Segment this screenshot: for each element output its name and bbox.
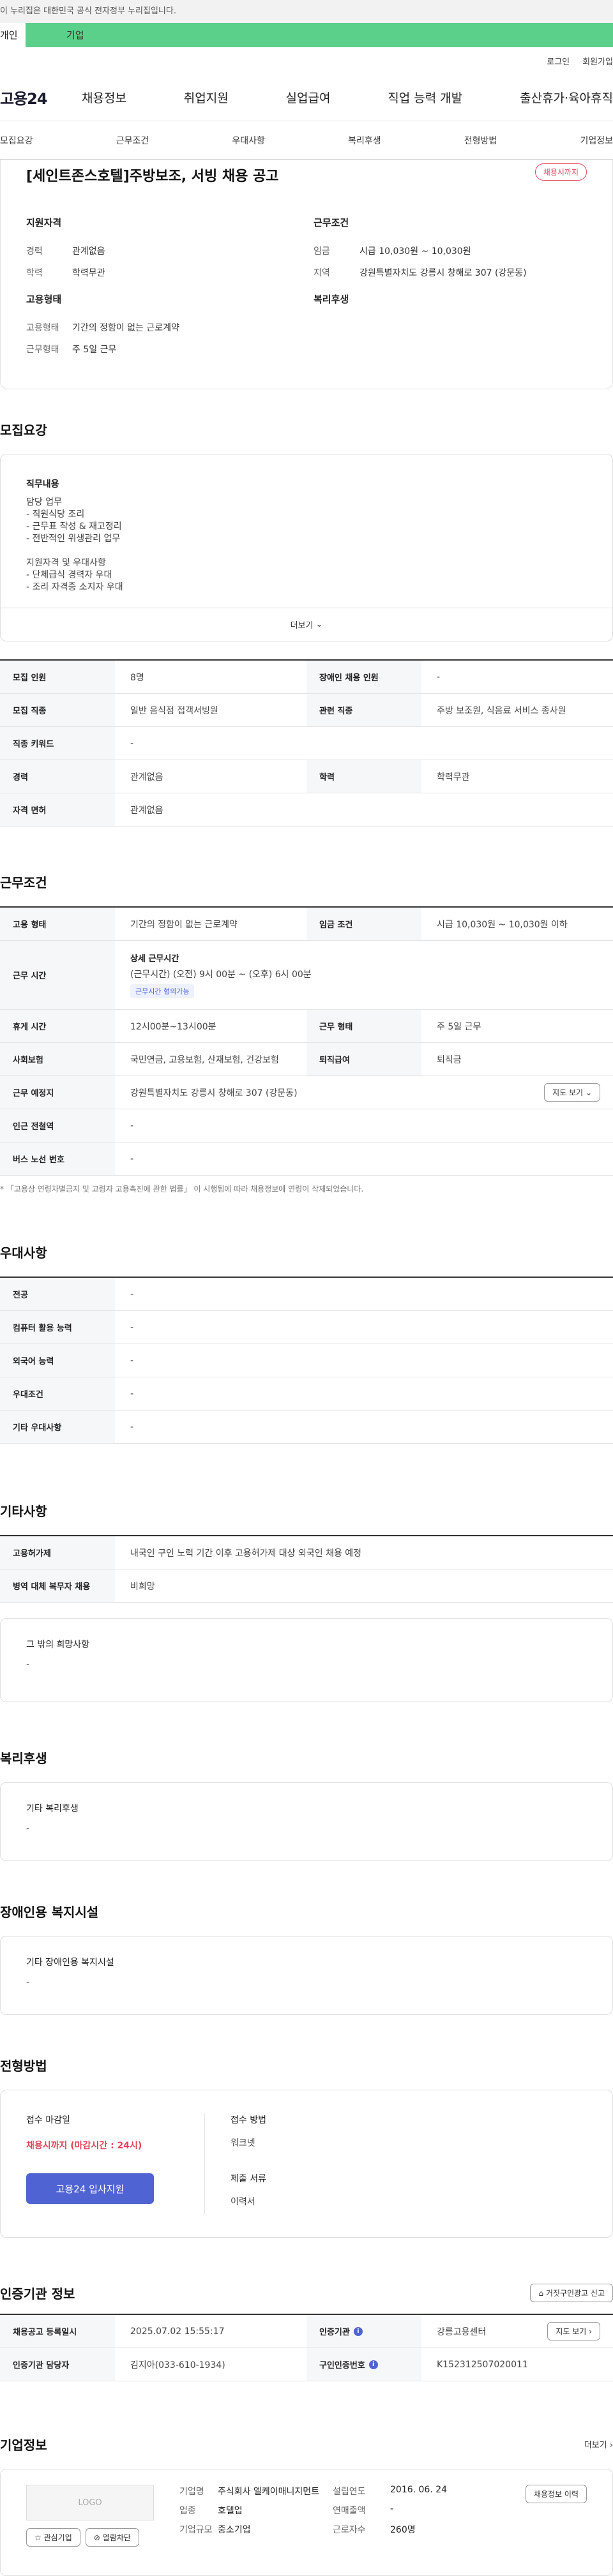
job-summary-card: [세인트존스호텔]주방보조, 서빙 채용 공고 채용시까지 지원자격 경력 관계없… [0, 160, 613, 389]
table-row: 모집 직종 일반 음식점 접객서빙원 관련 직종 주방 보조원, 식음료 서비스… [0, 694, 613, 727]
signup-link[interactable]: 회원가입 [582, 55, 613, 67]
apply-button[interactable]: 고용24 입사지원 [26, 2173, 154, 2204]
table-row: 컴퓨터 활용 능력 - [0, 1311, 613, 1344]
selection-box: 접수 마감일 채용시까지 (마감시간 : 24시) 고용24 입사지원 접수 방… [0, 2090, 613, 2238]
table-row: 버스 노선 번호 - [0, 1142, 613, 1176]
status-badge: 채용시까지 [534, 163, 587, 181]
table-row: 사회보험 국민연금, 고용보험, 산재보험, 건강보험 퇴직급여 퇴직금 [0, 1043, 613, 1076]
conditions-table: 고용 형태 기간의 정함이 없는 근로계약 임금 조건 시급 10,030원 ~… [0, 906, 613, 1176]
company-box: LOGO ☆ 관심기업 ⊘ 열람차단 기업명 주식회사 엘케이매니지먼트 업종 호텔… [0, 2469, 613, 2576]
section-title-welfare: 복리후생 [0, 1751, 47, 1766]
table-row: 전공 - [0, 1278, 613, 1311]
table-row: 자격 면허 관계없음 [0, 793, 613, 827]
anchor-welfare[interactable]: 복리후생 [348, 134, 381, 147]
gnb-item-jobs[interactable]: 채용정보 [82, 89, 126, 106]
table-row: 휴게 시간 12시00분~13시00분 근무 형태 주 5일 근무 [0, 1010, 613, 1043]
util-links: 로그인 회원가입 [0, 47, 613, 74]
block-view-button[interactable]: ⊘ 열람차단 [85, 2528, 139, 2547]
company-more-link[interactable]: 더보기 › [584, 2438, 613, 2450]
chevron-down-icon: ⌄ [315, 620, 323, 629]
table-row: 근무 시간 상세 근무시간 (근무시간) (오전) 9시 00분 ~ (오후) … [0, 941, 613, 1010]
gnb-item-unemployment-benefit[interactable]: 실업급여 [286, 89, 331, 106]
table-row: 고용허가제 내국인 구인 노력 기간 이후 고용허가제 대상 외국인 채용 예정 [0, 1536, 613, 1569]
agency-map-button[interactable]: 지도 보기 › [547, 2322, 600, 2340]
table-row: 외국어 능력 - [0, 1344, 613, 1377]
summary-work: 근무조건 임금 시급 10,030원 ~ 10,030원 지역 강원특별자치도 강릉… [314, 217, 527, 278]
star-icon: ☆ [34, 2533, 42, 2542]
gnb-item-employment-support[interactable]: 취업지원 [184, 89, 229, 106]
map-view-button[interactable]: 지도 보기 ⌄ [544, 1083, 600, 1102]
section-title-selection: 전형방법 [0, 2058, 47, 2074]
login-link[interactable]: 로그인 [547, 55, 570, 67]
tab-company[interactable]: 기업 [26, 23, 613, 47]
anchor-selection[interactable]: 전형방법 [464, 134, 497, 147]
site-logo[interactable]: 고용24 [0, 86, 82, 109]
disability-box: 기타 장애인용 복지시설 - [0, 1936, 613, 2015]
chevron-right-icon: › [589, 2327, 592, 2336]
summary-qualification: 지원자격 경력 관계없음 학력 학력무관 [26, 217, 105, 278]
section-anchor-nav: 모집요강 근무조건 우대사항 복리후생 전형방법 기업정보 [0, 121, 613, 160]
section-title-etc: 기타사항 [0, 1504, 47, 1519]
block-icon: ⊘ [93, 2533, 100, 2542]
duty-text: 담당 업무 - 직원식당 조리 - 근무표 작성 & 재고정리 - 전반적인 위… [26, 497, 123, 592]
chevron-down-icon: ⌄ [585, 1088, 592, 1097]
summary-welfare: 복리후생 [314, 294, 349, 305]
other-wishes-box: 그 밖의 희망사항 - [0, 1618, 613, 1702]
job-history-button[interactable]: 채용정보 이력 [525, 2485, 587, 2503]
section-title-agency: 인증기관 정보 [0, 2286, 75, 2302]
job-title: [세인트존스호텔]주방보조, 서빙 채용 공고 [26, 168, 279, 184]
anchor-conditions[interactable]: 근무조건 [116, 134, 149, 147]
gnb-item-parental-leave[interactable]: 출산휴가·육아휴직 [520, 89, 613, 106]
tab-personal[interactable]: 개인 [0, 23, 26, 47]
agency-table: 채용공고 등록일시 2025.07.02 15:55:17 인증기관 i 강릉고용… [0, 2314, 613, 2381]
table-row: 병역 대체 복무자 채용 비희망 [0, 1569, 613, 1603]
gov-banner: 이 누리집은 대한민국 공식 전자정부 누리집입니다. [0, 0, 613, 23]
chevron-right-icon: › [609, 2441, 613, 2450]
section-title-conditions: 근무조건 [0, 875, 47, 890]
info-icon[interactable]: i [368, 2360, 378, 2369]
table-row: 고용 형태 기간의 정함이 없는 근로계약 임금 조건 시급 10,030원 ~… [0, 908, 613, 941]
deadline-value: 채용시까지 (마감시간 : 24시) [26, 2141, 142, 2151]
flexible-hours-badge: 근무시간 협의가능 [130, 984, 195, 998]
table-row: 우대조건 - [0, 1377, 613, 1411]
report-false-ad-button[interactable]: ⌂ 거짓구인광고 신고 [530, 2284, 613, 2302]
age-notice: * 「고용상 연령차별금지 및 고령자 고용촉진에 관한 법률」 이 시행됨에 … [0, 1185, 364, 1194]
table-row: 직종 키워드 - [0, 727, 613, 760]
welfare-box: 기타 복리후생 - [0, 1782, 613, 1861]
section-title-company: 기업정보 [0, 2437, 47, 2453]
table-row: 인근 전철역 - [0, 1109, 613, 1142]
table-row: 경력 관계없음 학력 학력무관 [0, 760, 613, 793]
anchor-company[interactable]: 기업정보 [580, 134, 613, 147]
etc-table: 고용허가제 내국인 구인 노력 기간 이후 고용허가제 대상 외국인 채용 예정 … [0, 1535, 613, 1603]
preferred-table: 전공 - 컴퓨터 활용 능력 - 외국어 능력 - 우대조건 - 기타 우대사항 - [0, 1277, 613, 1444]
global-nav: 고용24 채용정보 취업지원 실업급여 직업 능력 개발 출산휴가·육아휴직 [0, 74, 613, 121]
more-button[interactable]: 더보기 ⌄ [1, 608, 612, 641]
user-type-tabs: 개인 기업 [0, 23, 613, 47]
recruit-table: 모집 인원 8명 장애인 채용 인원 - 모집 직종 일반 음식점 접객서빙원 … [0, 659, 613, 827]
favorite-company-button[interactable]: ☆ 관심기업 [26, 2528, 80, 2547]
info-icon[interactable]: i [353, 2326, 363, 2336]
section-title-preferred: 우대사항 [0, 1245, 47, 1261]
table-row: 채용공고 등록일시 2025.07.02 15:55:17 인증기관 i 강릉고용… [0, 2315, 613, 2348]
table-row: 기타 우대사항 - [0, 1411, 613, 1444]
table-row: 근무 예정지 강원특별자치도 강릉시 창해로 307 (강문동) 지도 보기 ⌄ [0, 1076, 613, 1109]
summary-employment: 고용형태 고용형태 기간의 정함이 없는 근로계약 근무형태 주 5일 근무 [26, 294, 179, 355]
section-title-disability: 장애인용 복지시설 [0, 1905, 99, 1920]
report-icon: ⌂ [538, 2289, 544, 2298]
gnb-item-vocational-training[interactable]: 직업 능력 개발 [388, 89, 462, 106]
gnb-menu: 채용정보 취업지원 실업급여 직업 능력 개발 출산휴가·육아휴직 [82, 89, 613, 106]
duty-box: 직무내용 담당 업무 - 직원식당 조리 - 근무표 작성 & 재고정리 - 전… [0, 454, 613, 641]
company-logo-placeholder: LOGO [26, 2485, 154, 2520]
section-title-recruit: 모집요강 [0, 423, 47, 438]
table-row: 인증기관 담당자 김지아(033-610-1934) 구인인증번호 i K1523… [0, 2348, 613, 2381]
anchor-preferred[interactable]: 우대사항 [232, 134, 265, 147]
anchor-recruit[interactable]: 모집요강 [0, 134, 33, 147]
table-row: 모집 인원 8명 장애인 채용 인원 - [0, 661, 613, 694]
